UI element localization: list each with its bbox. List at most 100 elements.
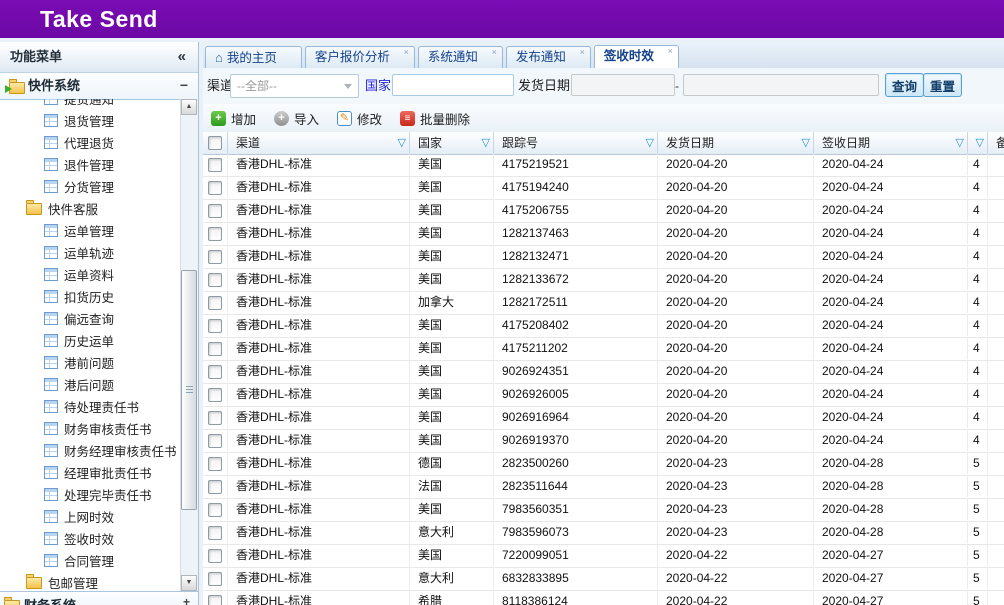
- table-row[interactable]: 香港DHL-标准德国28235002602020-04-232020-04-28…: [203, 453, 1004, 476]
- row-checkbox[interactable]: [208, 572, 222, 586]
- tab-签收时效[interactable]: 签收时效×: [594, 45, 679, 68]
- sidebar-item-待处理责任书[interactable]: 待处理责任书: [0, 396, 181, 418]
- sidebar-item-分货管理[interactable]: 分货管理: [0, 176, 181, 198]
- row-checkbox[interactable]: [208, 595, 222, 605]
- filter-arrow-icon[interactable]: ▽: [802, 132, 810, 154]
- filter-arrow-icon[interactable]: ▽: [956, 132, 964, 154]
- sidebar-item-提货通知[interactable]: 提货通知: [0, 99, 181, 110]
- table-row[interactable]: 香港DHL-标准意大利79835960732020-04-232020-04-2…: [203, 522, 1004, 545]
- table-row[interactable]: 香港DHL-标准美国41752112022020-04-202020-04-24…: [203, 338, 1004, 361]
- table-row[interactable]: 香港DHL-标准美国79835603512020-04-232020-04-28…: [203, 499, 1004, 522]
- row-checkbox[interactable]: [208, 526, 222, 540]
- row-checkbox[interactable]: [208, 227, 222, 241]
- filter-arrow-icon[interactable]: ▽: [976, 132, 984, 154]
- row-checkbox[interactable]: [208, 250, 222, 264]
- filter-arrow-icon[interactable]: ▽: [398, 132, 406, 154]
- table-row[interactable]: 香港DHL-标准美国41752067552020-04-202020-04-24…: [203, 200, 1004, 223]
- select-all-checkbox[interactable]: [208, 136, 222, 150]
- row-checkbox[interactable]: [208, 158, 222, 172]
- filter-arrow-icon[interactable]: ▽: [646, 132, 654, 154]
- channel-select[interactable]: --全部--: [230, 74, 359, 98]
- scroll-down-icon[interactable]: ▼: [181, 575, 197, 591]
- row-check-cell: [203, 407, 228, 428]
- cell-days: 5: [968, 545, 988, 566]
- table-row[interactable]: 香港DHL-标准美国90269260052020-04-202020-04-24…: [203, 384, 1004, 407]
- row-checkbox[interactable]: [208, 181, 222, 195]
- row-checkbox[interactable]: [208, 365, 222, 379]
- sidebar-item-上网时效[interactable]: 上网时效: [0, 506, 181, 528]
- sidebar-item-财务经理审核责任书[interactable]: 财务经理审核责任书: [0, 440, 181, 462]
- sidebar-item-偏远查询[interactable]: 偏远查询: [0, 308, 181, 330]
- row-checkbox[interactable]: [208, 342, 222, 356]
- filter-arrow-icon[interactable]: ▽: [482, 132, 490, 154]
- sidebar-section-finance-system[interactable]: 财务系统 +: [0, 591, 198, 605]
- sidebar-item-经理审批责任书[interactable]: 经理审批责任书: [0, 462, 181, 484]
- tab-close-icon[interactable]: ×: [580, 47, 585, 57]
- edit-button[interactable]: ✎修改: [333, 107, 386, 129]
- row-checkbox[interactable]: [208, 388, 222, 402]
- sidebar-item-历史运单[interactable]: 历史运单: [0, 330, 181, 352]
- ship-date-to-input[interactable]: [683, 74, 879, 96]
- table-row[interactable]: 香港DHL-标准美国41752195212020-04-202020-04-24…: [203, 154, 1004, 177]
- ship-date-from-input[interactable]: [571, 74, 675, 96]
- table-row[interactable]: 香港DHL-标准法国28235116442020-04-232020-04-28…: [203, 476, 1004, 499]
- table-row[interactable]: 香港DHL-标准美国90269243512020-04-202020-04-24…: [203, 361, 1004, 384]
- table-row[interactable]: 香港DHL-标准美国41752084022020-04-202020-04-24…: [203, 315, 1004, 338]
- row-checkbox[interactable]: [208, 549, 222, 563]
- add-button[interactable]: +增加: [207, 107, 260, 129]
- table-row[interactable]: 香港DHL-标准美国90269169642020-04-202020-04-24…: [203, 407, 1004, 430]
- sidebar-item-运单轨迹[interactable]: 运单轨迹: [0, 242, 181, 264]
- sidebar-collapse-icon[interactable]: «: [178, 42, 186, 71]
- row-checkbox[interactable]: [208, 457, 222, 471]
- table-row[interactable]: 香港DHL-标准美国12821336722020-04-202020-04-24…: [203, 269, 1004, 292]
- scrollbar-thumb[interactable]: [181, 270, 197, 510]
- tab-我的主页[interactable]: ⌂我的主页: [205, 46, 302, 68]
- table-row[interactable]: 香港DHL-标准美国90269193702020-04-202020-04-24…: [203, 430, 1004, 453]
- sidebar-item-财务审核责任书[interactable]: 财务审核责任书: [0, 418, 181, 440]
- tab-客户报价分析[interactable]: 客户报价分析×: [305, 46, 415, 68]
- import-button[interactable]: +导入: [270, 107, 323, 129]
- sidebar-item-代理退货[interactable]: 代理退货: [0, 132, 181, 154]
- section-collapse-icon[interactable]: −: [180, 73, 188, 97]
- table-row[interactable]: 香港DHL-标准美国12821374632020-04-202020-04-24…: [203, 223, 1004, 246]
- sidebar-item-运单资料[interactable]: 运单资料: [0, 264, 181, 286]
- table-row[interactable]: 香港DHL-标准加拿大12821725112020-04-202020-04-2…: [203, 292, 1004, 315]
- row-checkbox[interactable]: [208, 503, 222, 517]
- sidebar-section-express-system[interactable]: 快件系统 −: [0, 73, 198, 100]
- sidebar-item-签收时效[interactable]: 签收时效: [0, 528, 181, 550]
- country-input[interactable]: [392, 74, 514, 96]
- row-checkbox[interactable]: [208, 273, 222, 287]
- row-checkbox[interactable]: [208, 434, 222, 448]
- sidebar-item-处理完毕责任书[interactable]: 处理完毕责任书: [0, 484, 181, 506]
- table-row[interactable]: 香港DHL-标准意大利68328338952020-04-222020-04-2…: [203, 568, 1004, 591]
- section-expand-icon[interactable]: +: [183, 595, 190, 605]
- reset-button[interactable]: 重置: [923, 73, 962, 97]
- sidebar-item-扣货历史[interactable]: 扣货历史: [0, 286, 181, 308]
- table-row[interactable]: 香港DHL-标准美国41751942402020-04-202020-04-24…: [203, 177, 1004, 200]
- tab-系统通知[interactable]: 系统通知×: [418, 46, 503, 68]
- row-checkbox[interactable]: [208, 319, 222, 333]
- scroll-up-icon[interactable]: ▲: [181, 99, 197, 115]
- sidebar-item-运单管理[interactable]: 运单管理: [0, 220, 181, 242]
- sidebar-item-快件客服[interactable]: 快件客服: [0, 198, 181, 220]
- tab-close-icon[interactable]: ×: [668, 46, 673, 56]
- row-checkbox[interactable]: [208, 480, 222, 494]
- batch-delete-button[interactable]: ≡批量删除: [396, 108, 474, 130]
- row-checkbox[interactable]: [208, 296, 222, 310]
- sidebar-item-港前问题[interactable]: 港前问题: [0, 352, 181, 374]
- table-row[interactable]: 香港DHL-标准希腊81183861242020-04-222020-04-27…: [203, 591, 1004, 605]
- sidebar-item-退件管理[interactable]: 退件管理: [0, 154, 181, 176]
- search-button[interactable]: 查询: [885, 73, 924, 97]
- sidebar-item-退货管理[interactable]: 退货管理: [0, 110, 181, 132]
- row-checkbox[interactable]: [208, 204, 222, 218]
- table-row[interactable]: 香港DHL-标准美国12821324712020-04-202020-04-24…: [203, 246, 1004, 269]
- tab-close-icon[interactable]: ×: [492, 47, 497, 57]
- tab-close-icon[interactable]: ×: [404, 47, 409, 57]
- table-row[interactable]: 香港DHL-标准美国72200990512020-04-222020-04-27…: [203, 545, 1004, 568]
- tab-发布通知[interactable]: 发布通知×: [506, 46, 591, 68]
- row-checkbox[interactable]: [208, 411, 222, 425]
- sidebar-item-港后问题[interactable]: 港后问题: [0, 374, 181, 396]
- sidebar-item-合同管理[interactable]: 合同管理: [0, 550, 181, 572]
- sidebar-item-包邮管理[interactable]: 包邮管理: [0, 572, 181, 591]
- sidebar-scrollbar[interactable]: ▲ ▼: [180, 99, 198, 591]
